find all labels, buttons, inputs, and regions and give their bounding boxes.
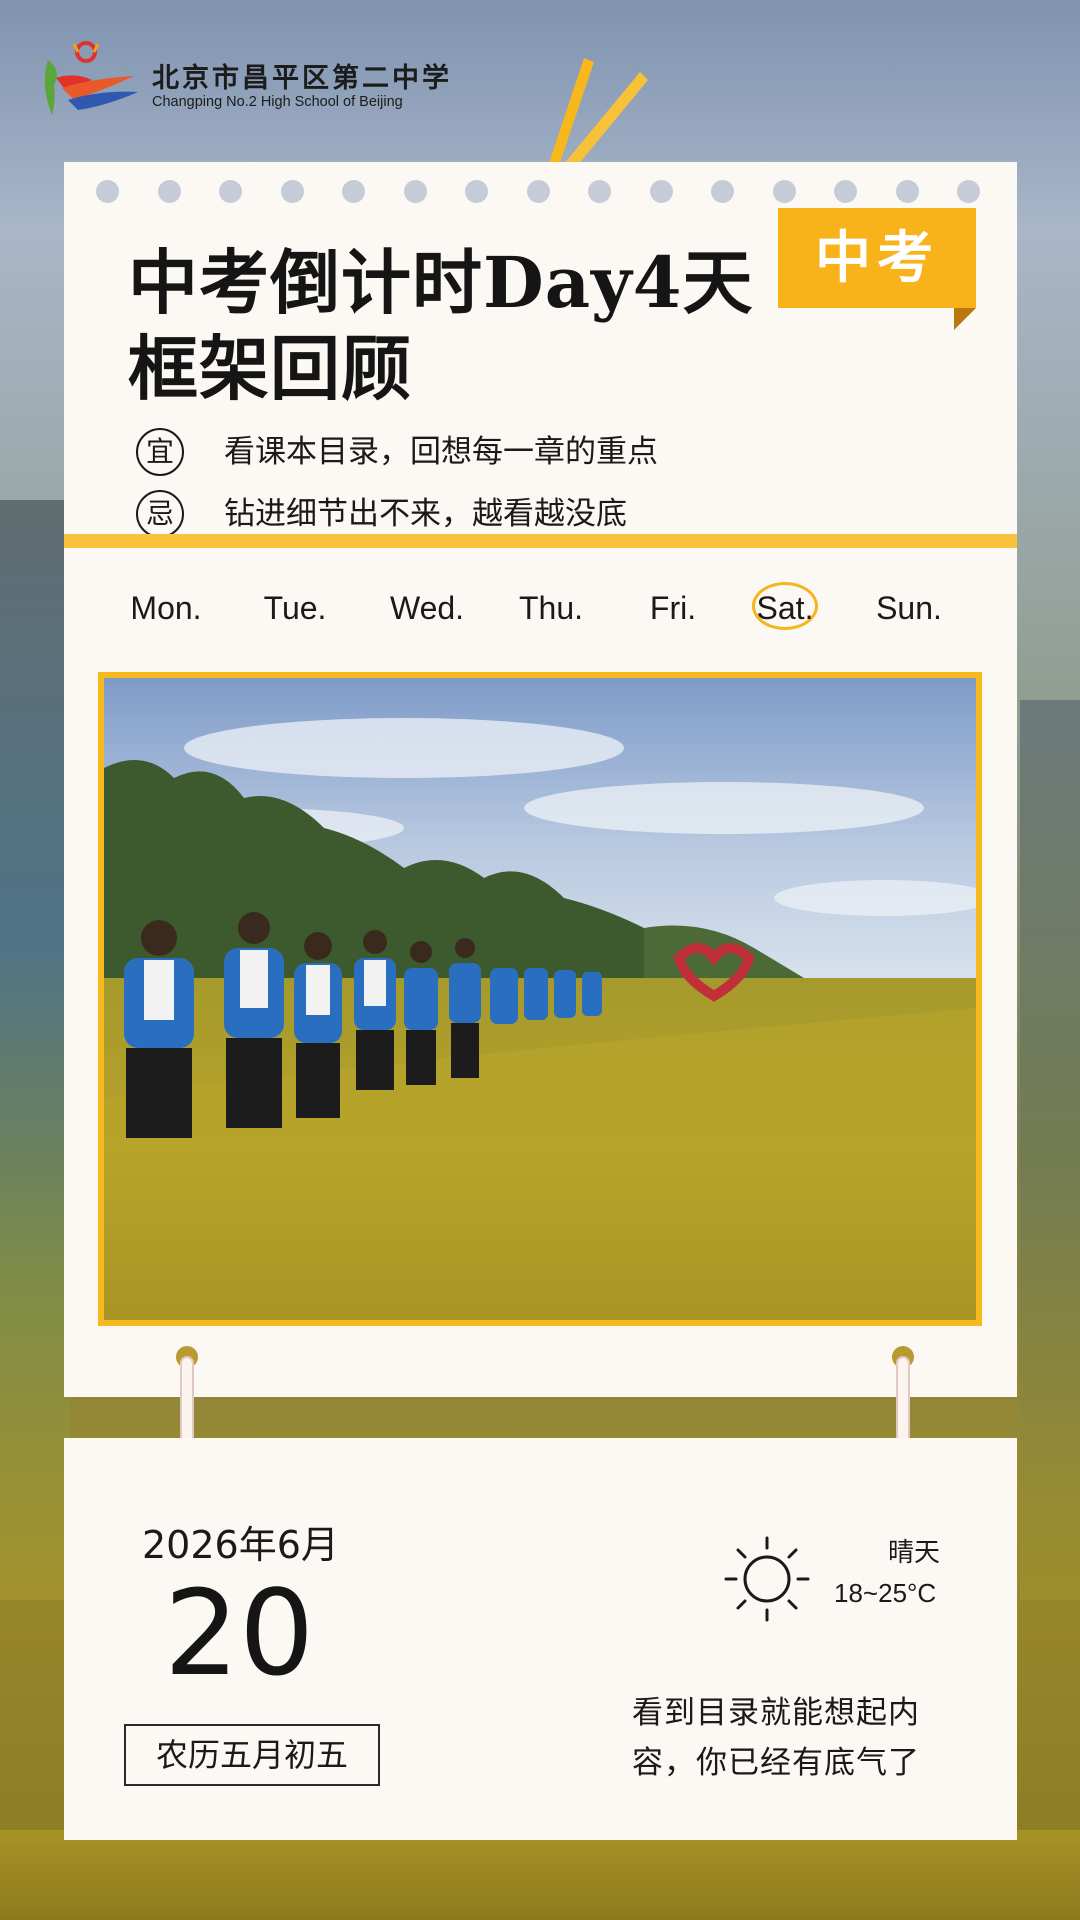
yi-mark: 宜 xyxy=(136,428,184,476)
binding-hole xyxy=(219,180,242,203)
binding-hole xyxy=(342,180,365,203)
background-blur-left xyxy=(0,500,70,1600)
binding-hole xyxy=(711,180,734,203)
binding-hole xyxy=(773,180,796,203)
date-year-month: 2026年6月 xyxy=(142,1523,339,1567)
binding-hole xyxy=(527,180,550,203)
binding-hole xyxy=(281,180,304,203)
school-name-en: Changping No.2 High School of Beijing xyxy=(152,94,403,110)
yi-text: 看课本目录，回想每一章的重点 xyxy=(224,434,658,470)
weekday-sun: Sun. xyxy=(876,590,942,626)
school-logo: 北京市昌平区第二中学 Changping No.2 High School of… xyxy=(34,30,454,130)
encouragement-note: 看到目录就能想起内容，你已经有底气了 xyxy=(632,1695,920,1781)
binding-hole xyxy=(957,180,980,203)
binding-hole xyxy=(404,180,427,203)
weekday-thu: Thu. xyxy=(518,590,584,626)
date-day: 20 xyxy=(164,1564,315,1702)
school-logo-icon xyxy=(44,41,138,115)
binding-hole xyxy=(158,180,181,203)
binding-holes xyxy=(64,180,1017,208)
background-rice-field xyxy=(0,1830,1080,1920)
ji-text: 钻进细节出不来，越看越没底 xyxy=(224,496,627,532)
students-rice-field-photo xyxy=(104,678,976,1320)
binding-hole xyxy=(588,180,611,203)
weekday-wed: Wed. xyxy=(389,590,465,626)
binding-hole xyxy=(834,180,857,203)
photo-frame xyxy=(98,672,982,1326)
weather-temperature: 18~25°C xyxy=(834,1578,937,1608)
sun-icon xyxy=(724,1536,810,1622)
lunar-date: 农历五月初五 xyxy=(124,1724,380,1786)
yellow-divider xyxy=(64,534,1017,548)
weekday-mon: Mon. xyxy=(130,590,202,626)
title-line-2: 框架回顾 xyxy=(128,327,412,410)
weekday-row: Mon. Tue. Wed. Thu. Fri. Sat. Sun. xyxy=(64,580,1017,640)
school-name-cn: 北京市昌平区第二中学 xyxy=(152,63,452,94)
binding-hole xyxy=(96,180,119,203)
weather-condition: 晴天 xyxy=(888,1538,941,1568)
weekday-tue: Tue. xyxy=(263,590,327,626)
binding-hole xyxy=(896,180,919,203)
title-line-1: 中考倒计时Day4天 xyxy=(128,241,754,324)
weekday-fri: Fri. xyxy=(649,590,697,626)
weekday-sat: Sat. xyxy=(756,590,814,626)
ji-mark: 忌 xyxy=(136,490,184,538)
tag-fold xyxy=(954,308,976,330)
binding-hole xyxy=(650,180,673,203)
calendar-card-bottom: 2026年6月 20 农历五月初五 晴天 18~25°C 看到目录就能想起内容，… xyxy=(64,1438,1017,1840)
binding-hole xyxy=(465,180,488,203)
calendar-card-top: 中考倒计时Day4天 框架回顾 宜 看课本目录，回想每一章的重点 忌 钻进细节出… xyxy=(64,162,1017,1397)
page-title: 中考倒计时Day4天 框架回顾 xyxy=(128,240,753,412)
exam-tag-badge: 中考 xyxy=(778,208,976,308)
background-blur-right xyxy=(1020,700,1080,1600)
